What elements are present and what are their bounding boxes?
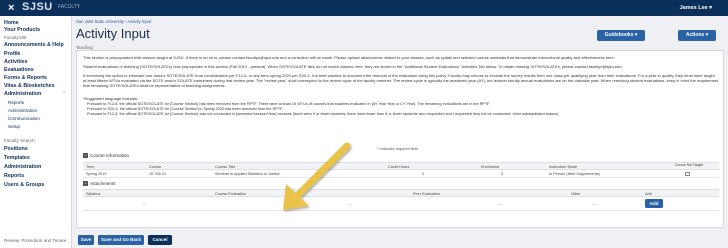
table-row: Spring 2019 JS 255 01 Seminar in Applied…	[83, 170, 719, 178]
sidebar-section-faculty-search: Faculty Search	[4, 138, 35, 143]
sidebar-item-vitas[interactable]: Vitas & Biosketches	[4, 83, 55, 89]
policy-paragraph: If exercising the option to eliminate on…	[83, 73, 719, 88]
course-info-heading[interactable]: − Course Information	[83, 153, 129, 159]
sidebar-item-administration[interactable]: Administration	[4, 91, 41, 97]
top-nav-bar: × SJSU FACULTY James Lee ▾	[0, 0, 728, 16]
sidebar-item-home[interactable]: Home	[4, 20, 19, 26]
breadcrumb[interactable]: San José State University › Activity Inp…	[76, 19, 151, 24]
language-heading: *Suggested language includes:	[83, 96, 139, 101]
credit-hours-cell: 3	[422, 171, 425, 176]
sidebar-subitem-administration[interactable]: Administration	[8, 108, 37, 113]
sote-paragraph: Student evaluations of teaching (SOTE/SO…	[83, 64, 623, 69]
column-header: Peer Evaluation	[413, 191, 440, 196]
add-attachment-button[interactable]: Add	[645, 199, 663, 208]
course-cell: JS 255 01	[149, 171, 167, 176]
sidebar-subitem-communication[interactable]: Communication	[8, 116, 40, 121]
main-content: San José State University › Activity Inp…	[72, 16, 728, 248]
sidebar-section-faculty180: Faculty180	[4, 35, 27, 40]
sidebar-item-activities[interactable]: Activities	[4, 59, 28, 65]
sidebar-item-your-products[interactable]: Your Products	[4, 27, 40, 33]
save-button[interactable]: Save	[78, 235, 94, 245]
column-header: Course Title	[215, 164, 236, 169]
term-cell: Spring 2019	[86, 171, 107, 176]
actions-button[interactable]: Actions ▾	[678, 30, 716, 41]
column-header: Syllabus	[86, 191, 101, 196]
column-header: Course	[149, 164, 162, 169]
enrollment-cell: 3	[501, 171, 504, 176]
page-title: Activity Input	[76, 26, 150, 41]
course-evaluation-value[interactable]: --	[349, 202, 352, 206]
sidebar-item-evaluations[interactable]: Evaluations	[4, 67, 34, 73]
close-icon[interactable]: ×	[8, 2, 14, 14]
attachments-heading[interactable]: − Attachments	[83, 181, 116, 187]
sidebar-item-positions[interactable]: Positions	[4, 146, 28, 152]
brand-logo[interactable]: SJSU	[22, 1, 53, 13]
column-header: Term	[86, 164, 95, 169]
sidebar-item-announcements[interactable]: Announcements & Help	[4, 42, 64, 48]
syllabus-value[interactable]: --	[143, 202, 146, 206]
save-and-go-back-button[interactable]: Save and Go Back	[98, 235, 144, 245]
instruction-mode-cell: In Person (Web Supplements)	[549, 171, 600, 176]
form-footer: Save Save and Go Back Cancel	[72, 233, 728, 248]
column-header: Other	[571, 191, 581, 196]
collapse-icon[interactable]: −	[83, 181, 88, 187]
sidebar-item-search-reports[interactable]: Reports	[4, 173, 24, 179]
sidebar-section-rpt: Review, Promotion and Tenure	[4, 238, 67, 243]
sidebar: Home Your Products Faculty180 Announceme…	[0, 16, 72, 248]
sidebar-subitem-reports[interactable]: Reports	[8, 100, 24, 105]
activity-form-panel: This section is prepopulated with classe…	[76, 50, 724, 228]
sidebar-item-profile[interactable]: Profile	[4, 51, 20, 57]
user-menu[interactable]: James Lee ▾	[680, 5, 712, 11]
column-header: Enrollment	[481, 164, 500, 169]
column-header: Instruction Mode	[549, 164, 578, 169]
sidebar-item-templates[interactable]: Templates	[4, 155, 30, 161]
course-not-taught-checkbox[interactable]	[685, 172, 690, 176]
other-value[interactable]: --	[593, 202, 596, 206]
column-header: Course Evaluation	[215, 191, 247, 196]
product-name: FACULTY	[58, 4, 81, 10]
cancel-button[interactable]: Cancel	[148, 235, 172, 245]
sidebar-item-forms-reports[interactable]: Forms & Reports	[4, 75, 47, 81]
sidebar-item-users-groups[interactable]: Users & Groups	[4, 182, 44, 188]
attachments-table-header: Syllabus Course Evaluation Peer Evaluati…	[83, 189, 719, 197]
language-bullet: Pursuant to F12-6, the official SOTE/SOL…	[87, 112, 559, 116]
peer-evaluation-value[interactable]: --	[499, 202, 502, 206]
language-bullet: Pursuant to F12-6, the official SOTE/SOL…	[87, 102, 491, 106]
column-header: Credit Hours	[388, 164, 410, 169]
sidebar-item-search-administration[interactable]: Administration	[4, 164, 41, 170]
course-title-cell: Seminar in Applied Statistics in Justice	[215, 171, 280, 176]
required-field-note: * Indicates required field	[377, 147, 418, 151]
course-table-header: Term Course Course Title Credit Hours En…	[83, 162, 719, 170]
intro-paragraph: This section is prepopulated with classe…	[83, 55, 615, 60]
chevron-up-icon[interactable]: ⌃	[62, 91, 66, 97]
language-bullet: Pursuant to S20-4, the official SOTE/SOL…	[87, 107, 284, 111]
attachments-row: -- -- -- --	[83, 197, 719, 211]
column-header: Add	[645, 191, 652, 196]
guidebooks-button[interactable]: Guidebooks ▾	[597, 30, 645, 41]
column-header: Course Not Taught	[674, 162, 704, 167]
sidebar-subitem-setup[interactable]: Setup	[8, 124, 20, 129]
collapse-icon[interactable]: −	[83, 153, 88, 159]
